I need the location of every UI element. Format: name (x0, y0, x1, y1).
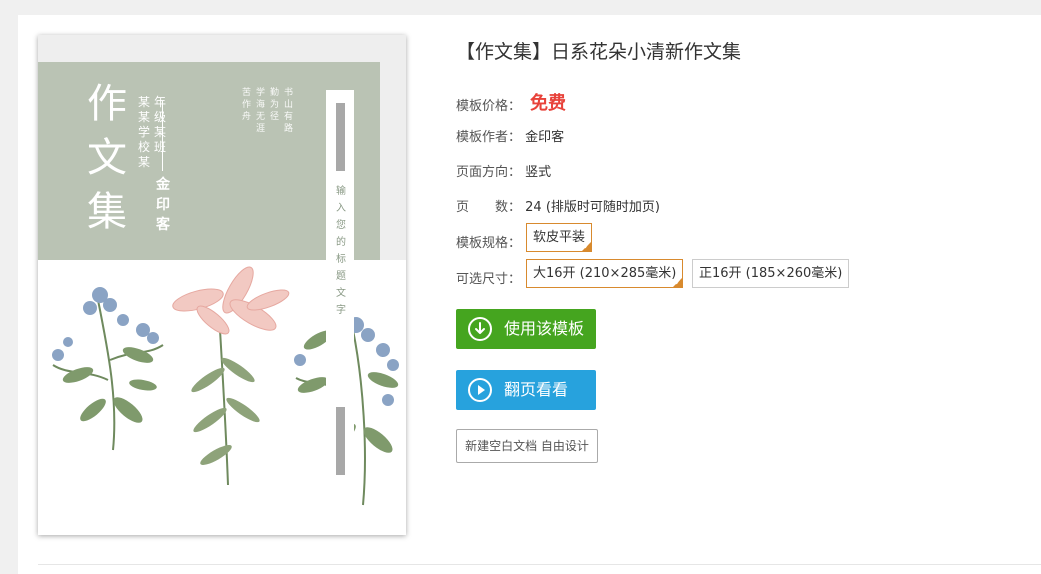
checkmark-icon: ✓ (674, 278, 682, 287)
cover-poem-col-1: 书山有路 (284, 88, 294, 134)
size-label: 可选尺寸： (456, 272, 522, 287)
author-row: 模板作者： 金印客 (456, 126, 564, 145)
template-cover-preview[interactable]: 作文集 某某学校某 年级某班 金印客 书山有路 勤为径 学海无涯 苦作舟 输入您… (38, 35, 406, 535)
orientation-row: 页面方向： 竖式 (456, 161, 551, 180)
template-detail-panel: 作文集 某某学校某 年级某班 金印客 书山有路 勤为径 学海无涯 苦作舟 输入您… (18, 15, 1041, 574)
new-blank-document-button[interactable]: 新建空白文档 自由设计 (456, 429, 598, 463)
cover-divider-line (162, 101, 163, 171)
orientation-label: 页面方向： (456, 165, 522, 180)
cover-ribbon-text: 输入您的标题文字 (336, 186, 346, 316)
cover-poem-col-2: 勤为径 (270, 88, 280, 122)
pages-row: 页 数： 24 (排版时可随时加页) (456, 196, 660, 215)
spec-label: 模板规格： (456, 236, 522, 251)
spec-option-softcover[interactable]: 软皮平装 ✓ (526, 223, 593, 252)
price-label: 模板价格： (456, 99, 522, 114)
pages-label: 页 数： (456, 200, 522, 215)
author-label: 模板作者： (456, 130, 522, 145)
pages-value: 24 (排版时可随时加页) (525, 200, 660, 215)
cover-poem-col-4: 苦作舟 (242, 88, 252, 122)
ribbon-bar-top (336, 103, 345, 171)
orientation-value: 竖式 (525, 165, 552, 180)
cover-author: 金印客 (156, 177, 170, 233)
author-value: 金印客 (525, 130, 565, 145)
ribbon-bar-bottom (336, 407, 345, 475)
download-circle-icon (468, 317, 492, 341)
cover-school-line-1: 某某学校某 (138, 95, 151, 169)
size-option-large-16k[interactable]: 大16开 (210×285毫米) ✓ (526, 259, 684, 288)
use-template-button[interactable]: 使用该模板 (456, 309, 596, 349)
cover-main-title: 作文集 (87, 81, 127, 235)
price-value: 免费 (530, 93, 566, 114)
play-circle-icon (468, 378, 492, 402)
section-divider (38, 564, 1041, 565)
flip-preview-button[interactable]: 翻页看看 (456, 370, 596, 410)
checkmark-icon: ✓ (583, 242, 591, 251)
size-option-standard-16k[interactable]: 正16开 (185×260毫米) (692, 259, 850, 288)
cover-school-line-2: 年级某班 (154, 95, 167, 154)
cover-poem-col-3: 学海无涯 (256, 88, 266, 134)
template-title: 【作文集】日系花朵小清新作文集 (456, 41, 742, 63)
